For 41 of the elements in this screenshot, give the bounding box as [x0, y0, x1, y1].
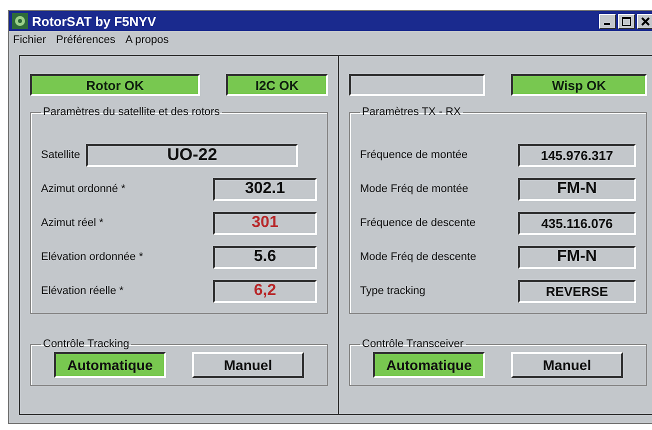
menu-item[interactable]: Fichier	[13, 34, 46, 46]
group-title: Contrôle Tracking	[42, 338, 130, 350]
close-icon	[641, 16, 650, 26]
value-display: 435.116.076	[518, 212, 636, 234]
value-display: FM-N	[518, 246, 636, 268]
field-label: Azimut ordonné *	[41, 183, 126, 195]
status-indicator: Wisp OK	[511, 74, 647, 96]
value-display: 6,2	[213, 280, 317, 302]
value-display: 302.1	[213, 178, 317, 200]
value-display: FM-N	[518, 178, 636, 200]
group-title: Paramètres TX - RX	[361, 106, 462, 118]
mode-button[interactable]: Manuel	[511, 352, 623, 378]
field-label: Azimut réel *	[41, 217, 104, 229]
status-indicator: Rotor OK	[30, 74, 200, 96]
window-title: RotorSAT by F5NYV	[32, 14, 157, 28]
value-display: 5.6	[213, 246, 317, 268]
mode-button[interactable]: Automatique	[373, 352, 485, 378]
menu-item[interactable]: A propos	[125, 34, 169, 46]
menu-item[interactable]: Préférences	[56, 34, 116, 46]
field-label: Fréquence de descente	[360, 217, 476, 229]
value-display: REVERSE	[518, 280, 636, 302]
field-label: Fréquence de montée	[360, 149, 468, 161]
status-indicator: I2C OK	[226, 74, 328, 96]
group-title: Contrôle Transceiver	[361, 338, 464, 350]
field-label: Elévation ordonnée *	[41, 251, 144, 263]
field-label: Type tracking	[360, 285, 426, 297]
maximize-icon	[622, 16, 631, 26]
group-title: Paramètres du satellite et des rotors	[42, 106, 221, 118]
mode-button[interactable]: Manuel	[192, 352, 304, 378]
minimize-button[interactable]	[599, 14, 616, 28]
field-label: Elévation réelle *	[41, 285, 124, 297]
close-button[interactable]	[637, 14, 652, 28]
app-icon	[12, 13, 28, 29]
field-label: Mode Fréq de montée	[360, 183, 468, 195]
field-label: Mode Fréq de descente	[360, 251, 476, 263]
maximize-button[interactable]	[618, 14, 635, 28]
mode-button[interactable]: Automatique	[54, 352, 166, 378]
value-display: UO-22	[86, 144, 298, 166]
field-label: Satellite	[41, 149, 80, 161]
value-display: 301	[213, 212, 317, 234]
value-display: 145.976.317	[518, 144, 636, 166]
